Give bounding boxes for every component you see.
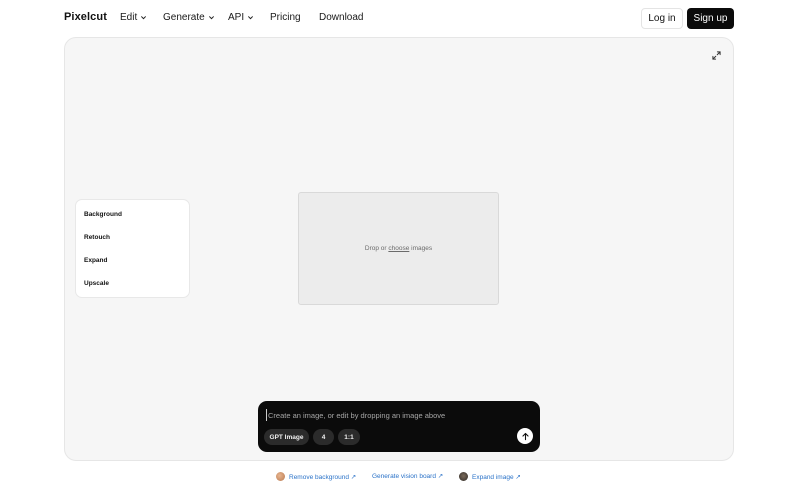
chevron-down-icon — [208, 16, 214, 20]
top-nav: Pixelcut Edit Generate API Pricing Downl… — [0, 0, 800, 37]
nav-api[interactable]: API — [228, 12, 254, 23]
image-dropzone[interactable]: Drop or choose images — [298, 192, 499, 305]
nav-generate[interactable]: Generate — [163, 12, 215, 23]
tool-background[interactable]: Background — [84, 211, 122, 218]
chevron-down-icon — [248, 16, 254, 20]
model-selector-chip[interactable]: GPT Image — [264, 429, 309, 445]
tool-expand[interactable]: Expand — [84, 257, 107, 264]
tools-menu: Background Retouch Expand Upscale — [75, 199, 190, 298]
logo[interactable]: Pixelcut — [64, 11, 107, 23]
nav-generate-label: Generate — [163, 12, 205, 23]
send-button[interactable] — [517, 428, 533, 444]
chevron-down-icon — [141, 16, 147, 20]
nav-download[interactable]: Download — [319, 12, 363, 23]
remove-background-thumb-icon — [276, 472, 285, 481]
dropzone-text: Drop or choose images — [365, 245, 432, 252]
vision-board-label: Generate vision board ↗ — [372, 473, 444, 480]
expand-image-thumb-icon — [459, 472, 468, 481]
prompt-box: GPT Image 4 1:1 — [258, 401, 540, 452]
tool-retouch[interactable]: Retouch — [84, 234, 110, 241]
arrow-up-icon — [521, 432, 529, 440]
expand-image-link[interactable]: Expand image ↗ — [459, 472, 521, 481]
expand-image-label: Expand image ↗ — [472, 473, 521, 481]
choose-images-link[interactable]: choose — [388, 245, 409, 252]
remove-background-label: Remove background ↗ — [289, 473, 357, 481]
vision-board-link[interactable]: Generate vision board ↗ — [372, 472, 443, 480]
fullscreen-button[interactable] — [707, 47, 725, 63]
signup-button[interactable]: Sign up — [687, 8, 734, 29]
nav-pricing[interactable]: Pricing — [270, 12, 301, 23]
prompt-input[interactable] — [266, 409, 532, 421]
nav-edit-label: Edit — [120, 12, 138, 23]
ratio-selector-chip[interactable]: 1:1 — [338, 429, 360, 445]
dropzone-text-before: Drop or — [364, 245, 389, 252]
remove-background-link[interactable]: Remove background ↗ — [276, 472, 356, 481]
nav-api-label: API — [228, 12, 245, 23]
nav-edit[interactable]: Edit — [120, 12, 147, 23]
login-button[interactable]: Log in — [641, 8, 683, 29]
count-selector-chip[interactable]: 4 — [313, 429, 334, 445]
dropzone-text-after: images — [409, 245, 433, 252]
tool-upscale[interactable]: Upscale — [84, 280, 109, 287]
expand-arrows-icon — [711, 50, 721, 60]
